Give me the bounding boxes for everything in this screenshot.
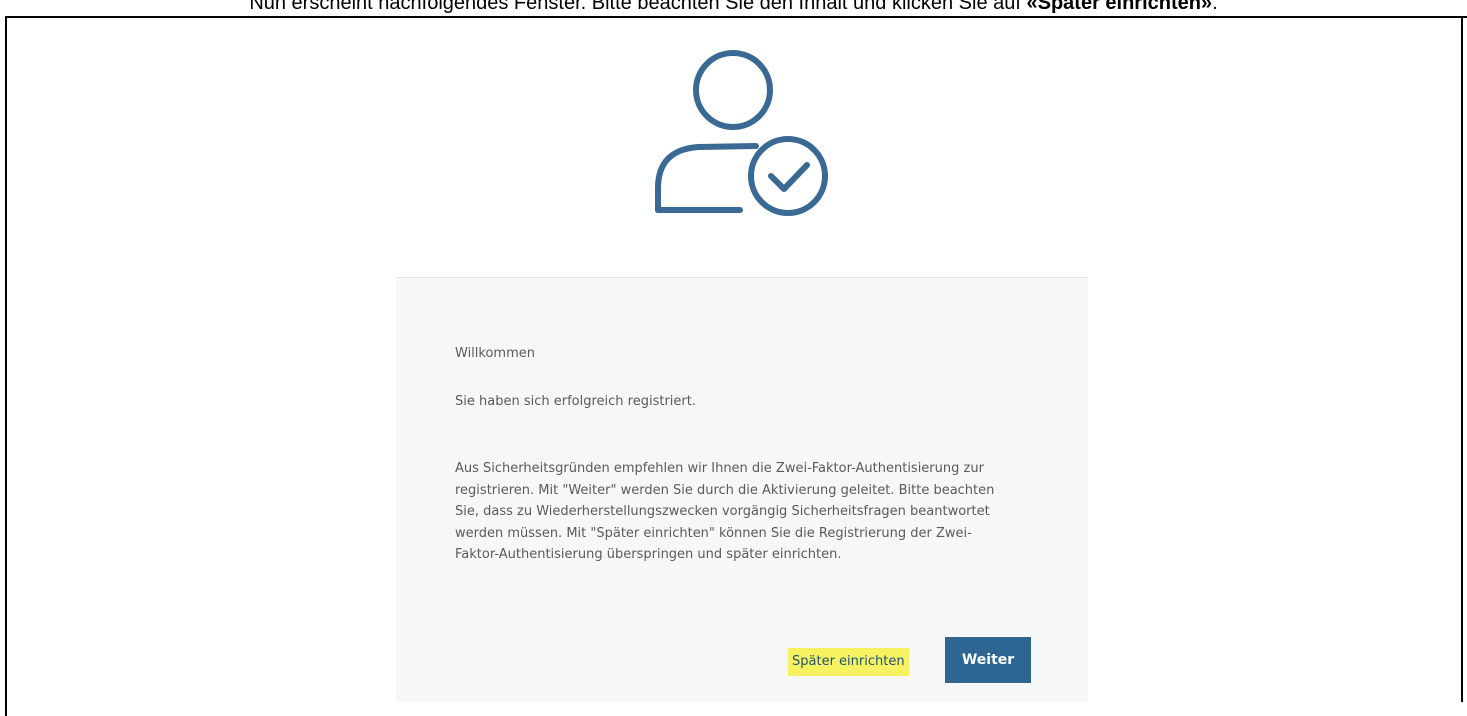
success-message: Sie haben sich erfolgreich registriert.: [455, 394, 696, 409]
user-check-icon: [655, 50, 828, 216]
welcome-title: Willkommen: [455, 346, 535, 361]
two-factor-info-text: Aus Sicherheitsgründen empfehlen wir Ihn…: [455, 461, 995, 562]
instruction-text-before: Nun erscheint nachfolgendes Fenster. Bit…: [249, 0, 1027, 14]
setup-later-button[interactable]: Später einrichten: [788, 648, 909, 676]
instruction-text: Nun erscheint nachfolgendes Fenster. Bit…: [0, 0, 1467, 15]
next-button[interactable]: Weiter: [945, 637, 1031, 683]
screenshot-frame-right: [1461, 16, 1463, 702]
instruction-text-bold: «Später einrichten»: [1026, 0, 1213, 14]
welcome-panel: Willkommen Sie haben sich erfolgreich re…: [396, 278, 1088, 702]
instruction-text-after: .: [1212, 0, 1218, 14]
icon-header: [396, 18, 1088, 278]
